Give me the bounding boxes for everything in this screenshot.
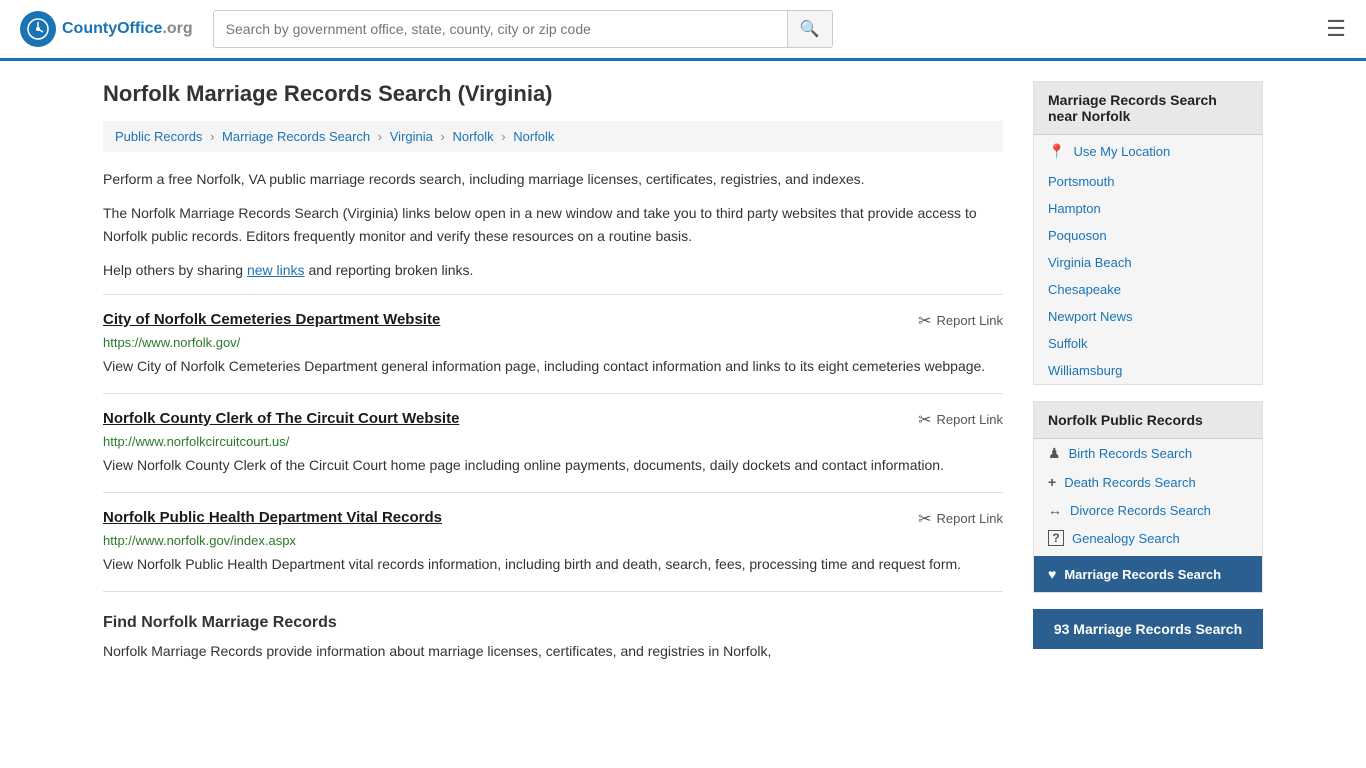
result-desc-3: View Norfolk Public Health Department vi… (103, 554, 1003, 575)
scissors-icon-3: ✂ (918, 509, 931, 529)
logo-icon (20, 11, 56, 47)
search-input[interactable] (214, 13, 787, 45)
find-section-heading: Find Norfolk Marriage Records (103, 614, 1003, 632)
nearby-box-title: Marriage Records Search near Norfolk (1034, 82, 1262, 135)
result-url-3[interactable]: http://www.norfolk.gov/index.aspx (103, 533, 1003, 548)
sidebar-city-newport-news[interactable]: Newport News (1034, 303, 1262, 330)
sidebar-city-williamsburg[interactable]: Williamsburg (1034, 357, 1262, 384)
breadcrumb-virginia[interactable]: Virginia (390, 129, 433, 144)
birth-records-link[interactable]: Birth Records Search (1069, 446, 1193, 461)
breadcrumb-public-records[interactable]: Public Records (115, 129, 202, 144)
sidebar-city-chesapeake[interactable]: Chesapeake (1034, 276, 1262, 303)
find-section-desc: Norfolk Marriage Records provide informa… (103, 640, 1003, 662)
sidebar-city-portsmouth[interactable]: Portsmouth (1034, 168, 1262, 195)
scissors-icon-1: ✂ (918, 311, 931, 331)
result-item-3: Norfolk Public Health Department Vital R… (103, 492, 1003, 591)
page-title: Norfolk Marriage Records Search (Virgini… (103, 81, 1003, 107)
genealogy-icon: ? (1048, 530, 1064, 546)
new-links-link[interactable]: new links (247, 262, 305, 278)
result-title-1[interactable]: City of Norfolk Cemeteries Department We… (103, 311, 440, 328)
bottom-banner[interactable]: 93 Marriage Records Search (1033, 609, 1263, 649)
result-desc-2: View Norfolk County Clerk of the Circuit… (103, 455, 1003, 476)
description-2: The Norfolk Marriage Records Search (Vir… (103, 202, 1003, 247)
marriage-records-link[interactable]: Marriage Records Search (1064, 567, 1221, 582)
birth-icon: ♟ (1048, 445, 1061, 462)
description-1: Perform a free Norfolk, VA public marria… (103, 168, 1003, 190)
hampton-link[interactable]: Hampton (1048, 201, 1101, 216)
marriage-icon: ♥ (1048, 566, 1056, 582)
main-content: Norfolk Marriage Records Search (Virgini… (103, 81, 1003, 684)
death-icon: + (1048, 474, 1056, 490)
norfolk-records-title: Norfolk Public Records (1034, 402, 1262, 439)
sidebar-city-suffolk[interactable]: Suffolk (1034, 330, 1262, 357)
sidebar-city-poquoson[interactable]: Poquoson (1034, 222, 1262, 249)
menu-button[interactable]: ☰ (1326, 16, 1346, 42)
logo-text: CountyOffice.org (62, 20, 193, 38)
search-button[interactable]: 🔍 (787, 11, 832, 47)
use-my-location[interactable]: 📍 Use My Location (1034, 135, 1262, 168)
main-container: Norfolk Marriage Records Search (Virgini… (83, 61, 1283, 704)
report-link-2[interactable]: ✂ Report Link (918, 410, 1003, 430)
hamburger-icon: ☰ (1326, 16, 1346, 41)
result-title-2[interactable]: Norfolk County Clerk of The Circuit Cour… (103, 410, 459, 427)
chesapeake-link[interactable]: Chesapeake (1048, 282, 1121, 297)
divorce-records-link[interactable]: Divorce Records Search (1070, 503, 1211, 518)
description-3: Help others by sharing new links and rep… (103, 259, 1003, 281)
scissors-icon-2: ✂ (918, 410, 931, 430)
virginia-beach-link[interactable]: Virginia Beach (1048, 255, 1132, 270)
sidebar-city-hampton[interactable]: Hampton (1034, 195, 1262, 222)
genealogy-link[interactable]: Genealogy Search (1072, 531, 1180, 546)
breadcrumb-norfolk-city[interactable]: Norfolk (513, 129, 554, 144)
poquoson-link[interactable]: Poquoson (1048, 228, 1107, 243)
suffolk-link[interactable]: Suffolk (1048, 336, 1088, 351)
divorce-icon: ↔ (1048, 502, 1062, 518)
sidebar-birth-records[interactable]: ♟ Birth Records Search (1034, 439, 1262, 468)
williamsburg-link[interactable]: Williamsburg (1048, 363, 1122, 378)
result-url-1[interactable]: https://www.norfolk.gov/ (103, 335, 1003, 350)
portsmouth-link[interactable]: Portsmouth (1048, 174, 1114, 189)
use-location-link[interactable]: Use My Location (1073, 144, 1170, 159)
result-url-2[interactable]: http://www.norfolkcircuitcourt.us/ (103, 434, 1003, 449)
sidebar-marriage-records[interactable]: ♥ Marriage Records Search (1034, 556, 1262, 592)
search-icon: 🔍 (800, 21, 820, 38)
death-records-link[interactable]: Death Records Search (1064, 475, 1196, 490)
result-desc-1: View City of Norfolk Cemeteries Departme… (103, 356, 1003, 377)
find-section: Find Norfolk Marriage Records Norfolk Ma… (103, 591, 1003, 684)
sidebar-divorce-records[interactable]: ↔ Divorce Records Search (1034, 496, 1262, 524)
sidebar-genealogy[interactable]: ? Genealogy Search (1034, 524, 1262, 552)
site-header: CountyOffice.org 🔍 ☰ (0, 0, 1366, 61)
result-item-1: City of Norfolk Cemeteries Department We… (103, 294, 1003, 393)
result-item-2: Norfolk County Clerk of The Circuit Cour… (103, 393, 1003, 492)
sidebar-death-records[interactable]: + Death Records Search (1034, 468, 1262, 496)
breadcrumb-norfolk-county[interactable]: Norfolk (452, 129, 493, 144)
nearby-box: Marriage Records Search near Norfolk 📍 U… (1033, 81, 1263, 385)
sidebar-city-virginia-beach[interactable]: Virginia Beach (1034, 249, 1262, 276)
report-link-1[interactable]: ✂ Report Link (918, 311, 1003, 331)
pin-icon: 📍 (1048, 143, 1065, 160)
norfolk-records-box: Norfolk Public Records ♟ Birth Records S… (1033, 401, 1263, 593)
newport-news-link[interactable]: Newport News (1048, 309, 1133, 324)
site-logo[interactable]: CountyOffice.org (20, 11, 193, 47)
breadcrumb-marriage-records-search[interactable]: Marriage Records Search (222, 129, 370, 144)
search-bar: 🔍 (213, 10, 833, 48)
result-title-3[interactable]: Norfolk Public Health Department Vital R… (103, 509, 442, 526)
breadcrumb: Public Records › Marriage Records Search… (103, 121, 1003, 152)
sidebar: Marriage Records Search near Norfolk 📍 U… (1033, 81, 1263, 684)
report-link-3[interactable]: ✂ Report Link (918, 509, 1003, 529)
